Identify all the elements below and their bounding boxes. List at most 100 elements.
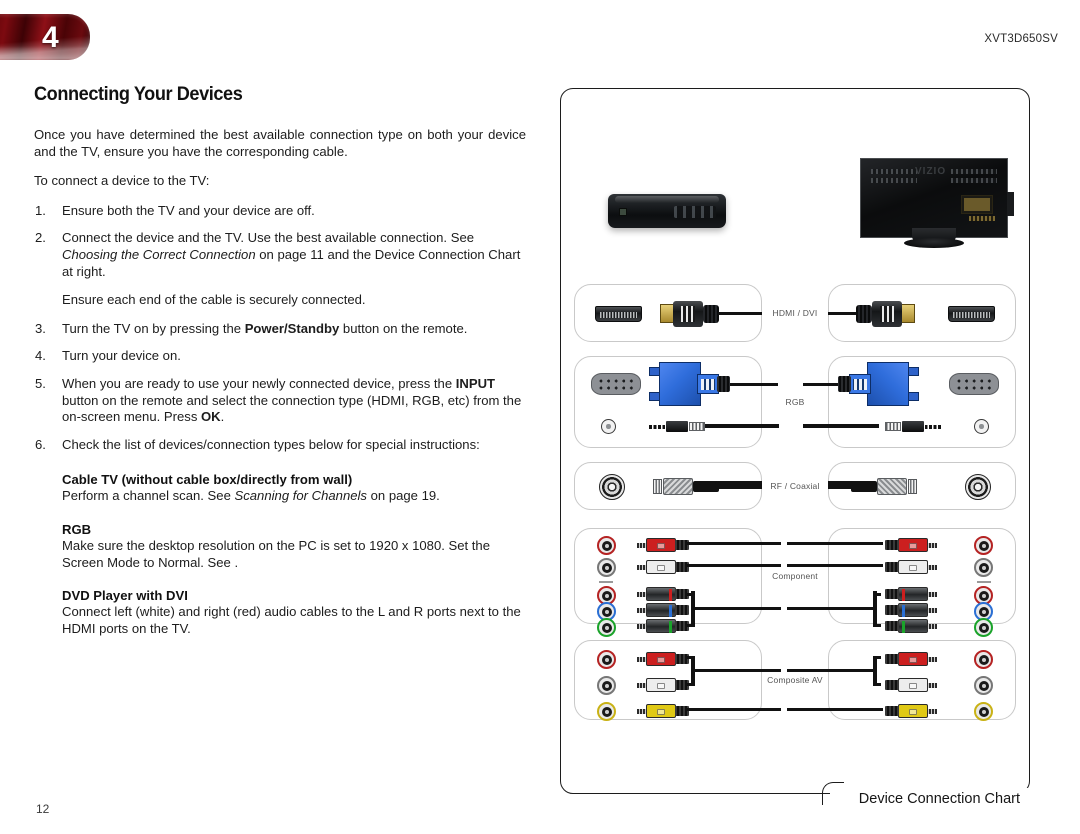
vga-strain-relief bbox=[838, 376, 851, 392]
composite-cable-video bbox=[685, 708, 781, 711]
rca-plug-barrel bbox=[646, 560, 676, 574]
chart-row-rgb: RGB bbox=[560, 356, 1030, 448]
rca-plug-white bbox=[881, 560, 937, 574]
hdmi-gold-contact bbox=[900, 304, 915, 323]
chart-caption-hook bbox=[821, 782, 844, 805]
component-cable-video bbox=[691, 607, 781, 610]
step-text-before: Turn the TV on by pressing the bbox=[62, 320, 245, 336]
hdmi-port-icon bbox=[595, 306, 642, 322]
vga-cable-left bbox=[730, 383, 778, 386]
hdmi-plug-shell bbox=[872, 301, 902, 327]
vga-plug-icon bbox=[649, 362, 730, 406]
rca-jack-video bbox=[974, 702, 993, 721]
audio-plug-tip bbox=[649, 424, 665, 429]
rf-tv-box bbox=[795, 462, 1016, 510]
chart-row-hdmi: HDMI / DVI bbox=[560, 284, 1030, 342]
model-number: XVT3D650SV bbox=[984, 33, 1058, 45]
composite-cable-audio bbox=[691, 669, 781, 672]
tv-connector-strip bbox=[969, 216, 995, 221]
rca-plug-tail bbox=[885, 562, 899, 572]
rca-jack-y bbox=[974, 618, 993, 637]
step-note: Ensure each end of the cable is securely… bbox=[62, 292, 366, 308]
rca-plug-barrel bbox=[898, 587, 928, 601]
component-cable-red bbox=[685, 542, 781, 545]
coax-ferrule bbox=[908, 479, 917, 494]
step-text: Turn your device on. bbox=[62, 348, 181, 364]
audio-plug-body bbox=[666, 421, 688, 432]
rca-jack-audio-left bbox=[974, 558, 993, 577]
rca-plug-white bbox=[637, 560, 693, 574]
audio-plug-ferrule bbox=[689, 422, 705, 431]
component-cable-video bbox=[787, 607, 875, 610]
tv-vent-icon bbox=[871, 169, 917, 174]
rca-color-band bbox=[902, 621, 905, 633]
step-text-mid: button on the remote and select the conn… bbox=[62, 392, 522, 425]
rca-plug-tail bbox=[675, 605, 689, 615]
coax-ferrule bbox=[653, 479, 662, 494]
step-text-after: . bbox=[220, 409, 225, 425]
audio-cable-right bbox=[803, 424, 879, 428]
rca-plug-barrel bbox=[646, 587, 676, 601]
rca-plug-pin bbox=[927, 591, 937, 597]
step-item-6: 6. Check the list of devices/connection … bbox=[34, 437, 526, 454]
subsection-cable-tv: Cable TV (without cable box/directly fro… bbox=[34, 472, 526, 505]
coax-plug-icon bbox=[851, 478, 917, 495]
subsection-dvd-dvi: DVD Player with DVI Connect left (white)… bbox=[34, 588, 526, 637]
hdmi-tv-box bbox=[799, 284, 1016, 342]
rca-plug-barrel bbox=[646, 678, 676, 692]
rca-color-band bbox=[902, 605, 905, 617]
rca-plug-barrel bbox=[898, 560, 928, 574]
rca-plug-barrel bbox=[898, 652, 928, 666]
vga-hood bbox=[659, 362, 701, 406]
rca-plug-white bbox=[637, 678, 693, 692]
rca-plug-pin bbox=[927, 607, 937, 613]
component-cable-join bbox=[687, 593, 693, 596]
rca-plug-barrel bbox=[646, 652, 676, 666]
subsection-rgb: RGB Make sure the desktop resolution on … bbox=[34, 522, 526, 571]
tv-stand-base bbox=[904, 238, 964, 248]
rf-device-box bbox=[574, 462, 781, 510]
chapter-number: 4 bbox=[42, 21, 59, 54]
chart-row-label-composite: Composite AV bbox=[762, 673, 828, 687]
steps-list-continued: 3. Turn the TV on by pressing the Power/… bbox=[34, 321, 526, 454]
rca-jack-y bbox=[597, 618, 616, 637]
rca-plug-pr bbox=[881, 587, 937, 601]
device-connection-chart: Device Connection Chart VIZIO HDMI / DVI… bbox=[560, 88, 1030, 807]
rca-plug-tail bbox=[885, 621, 899, 631]
rca-plug-pin bbox=[927, 708, 937, 714]
rca-jack-audio-left bbox=[597, 558, 616, 577]
coax-knurled-nut bbox=[877, 478, 907, 495]
step-number: 3. bbox=[35, 320, 46, 336]
rca-plug-pin bbox=[927, 542, 937, 548]
subsection-text-after: on page 19. bbox=[366, 488, 440, 504]
chart-row-composite: Composite AV bbox=[560, 640, 1030, 721]
rca-plug-yellow bbox=[881, 704, 937, 718]
rgb-tv-box bbox=[803, 356, 1016, 448]
rca-jack-audio-left bbox=[597, 676, 616, 695]
coax-port-icon bbox=[965, 474, 991, 500]
tv-illustration: VIZIO bbox=[860, 158, 1014, 248]
jack-group-divider bbox=[977, 581, 991, 583]
hdmi-strain-relief bbox=[703, 305, 719, 323]
subsection-emphasis: Scanning for Channels bbox=[234, 488, 367, 504]
vga-plug-icon bbox=[838, 362, 919, 406]
tv-side-connector bbox=[1007, 192, 1014, 216]
tv-vent-icon bbox=[951, 178, 997, 183]
step-item-3: 3. Turn the TV on by pressing the Power/… bbox=[34, 321, 526, 338]
chart-row-label-rgb: RGB bbox=[762, 395, 828, 409]
rca-plug-tail bbox=[885, 605, 899, 615]
step-number: 2. bbox=[35, 230, 46, 246]
tv-brand-logo: VIZIO bbox=[915, 166, 947, 177]
steps-list: 1. Ensure both the TV and your device ar… bbox=[34, 203, 526, 280]
subsection-title: DVD Player with DVI bbox=[62, 588, 188, 604]
vent-slots-icon bbox=[674, 206, 716, 218]
tv-vent-icon bbox=[951, 169, 997, 174]
step-text-after: button on the remote. bbox=[339, 320, 468, 336]
component-cable-join bbox=[873, 624, 881, 627]
rca-plug-tail bbox=[885, 589, 899, 599]
rca-jack-audio-right bbox=[974, 536, 993, 555]
step-text-before: Connect the device and the TV. Use the b… bbox=[62, 230, 475, 246]
rca-plug-y bbox=[637, 619, 693, 633]
rca-plug-red bbox=[637, 652, 693, 666]
set-top-box-illustration bbox=[608, 194, 726, 228]
